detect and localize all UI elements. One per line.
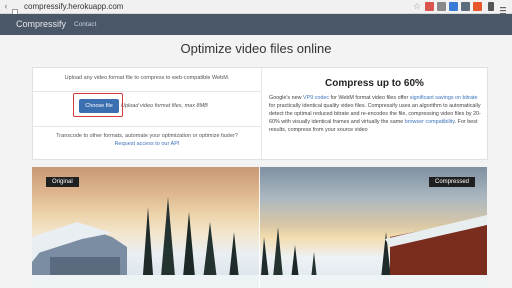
vp9-codec-link[interactable]: VP9 codec: [303, 95, 329, 101]
compressed-label: Compressed: [428, 177, 475, 187]
comparison-slider[interactable]: Original Compressed: [32, 167, 487, 288]
bookmark-icon[interactable]: [488, 2, 494, 11]
puzzle-icon[interactable]: [425, 2, 434, 11]
menu-icon[interactable]: [500, 2, 506, 15]
browser-toolbar: ‹ compressify.herokuapp.com ☆: [0, 0, 512, 16]
file-limit-hint: Upload video format files, max 8MB: [121, 103, 208, 109]
original-image: Original: [32, 167, 260, 288]
browser-compatibility-link[interactable]: browser compatibility: [405, 119, 455, 125]
page-icon: [12, 3, 18, 16]
request-api-link[interactable]: Request access to our API: [33, 141, 261, 147]
compress-description: Google's new VP9 codec for WebM format v…: [269, 94, 481, 134]
upload-description: Upload any video format file to compress…: [64, 75, 230, 81]
mail-icon[interactable]: [449, 2, 458, 11]
office-icon[interactable]: [473, 2, 482, 11]
slider-handle[interactable]: [259, 167, 260, 288]
site-navbar: Compressify Contact: [0, 14, 512, 35]
page-title: Optimize video files online: [180, 41, 332, 56]
original-label: Original: [46, 177, 79, 187]
shield-icon[interactable]: [461, 2, 470, 11]
upload-description-row: Upload any video format file to compress…: [33, 68, 261, 92]
back-arrow-icon[interactable]: ‹: [2, 1, 10, 11]
upload-panel: Upload any video format file to compress…: [32, 67, 488, 160]
star-icon[interactable]: ☆: [413, 2, 422, 11]
translate-icon[interactable]: [437, 2, 446, 11]
contact-link[interactable]: Contact: [74, 14, 96, 35]
bitrate-savings-link[interactable]: significant savings on bitrate: [410, 95, 478, 101]
desc-text: for WebM format video files offer: [329, 95, 410, 101]
compressed-image: Compressed: [260, 167, 487, 288]
compress-heading: Compress up to 60%: [325, 78, 424, 89]
transcode-text: Transcode to other formats, automate you…: [56, 133, 238, 139]
file-picker-row: Choose file Upload video format files, m…: [33, 92, 261, 127]
desc-text: Google's new: [269, 95, 303, 101]
address-bar[interactable]: compressify.herokuapp.com: [24, 1, 123, 12]
choose-file-button[interactable]: Choose file: [79, 99, 119, 113]
brand-link[interactable]: Compressify: [16, 14, 66, 35]
